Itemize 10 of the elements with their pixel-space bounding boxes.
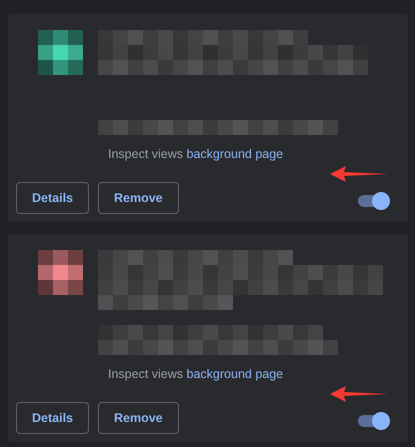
enable-toggle[interactable] bbox=[358, 195, 388, 207]
extension-button[interactable]: Remove bbox=[98, 402, 179, 434]
extension-button[interactable]: Details bbox=[16, 402, 89, 434]
enable-toggle[interactable] bbox=[358, 415, 388, 427]
inspect-views-text: Inspect views background page bbox=[108, 147, 284, 161]
background-page-link[interactable]: background page bbox=[186, 147, 284, 161]
extension-button[interactable]: Remove bbox=[98, 182, 179, 214]
inspect-views-text: Inspect views background page bbox=[108, 367, 284, 381]
extension-button[interactable]: Details bbox=[16, 182, 89, 214]
background-page-link[interactable]: background page bbox=[186, 367, 284, 381]
